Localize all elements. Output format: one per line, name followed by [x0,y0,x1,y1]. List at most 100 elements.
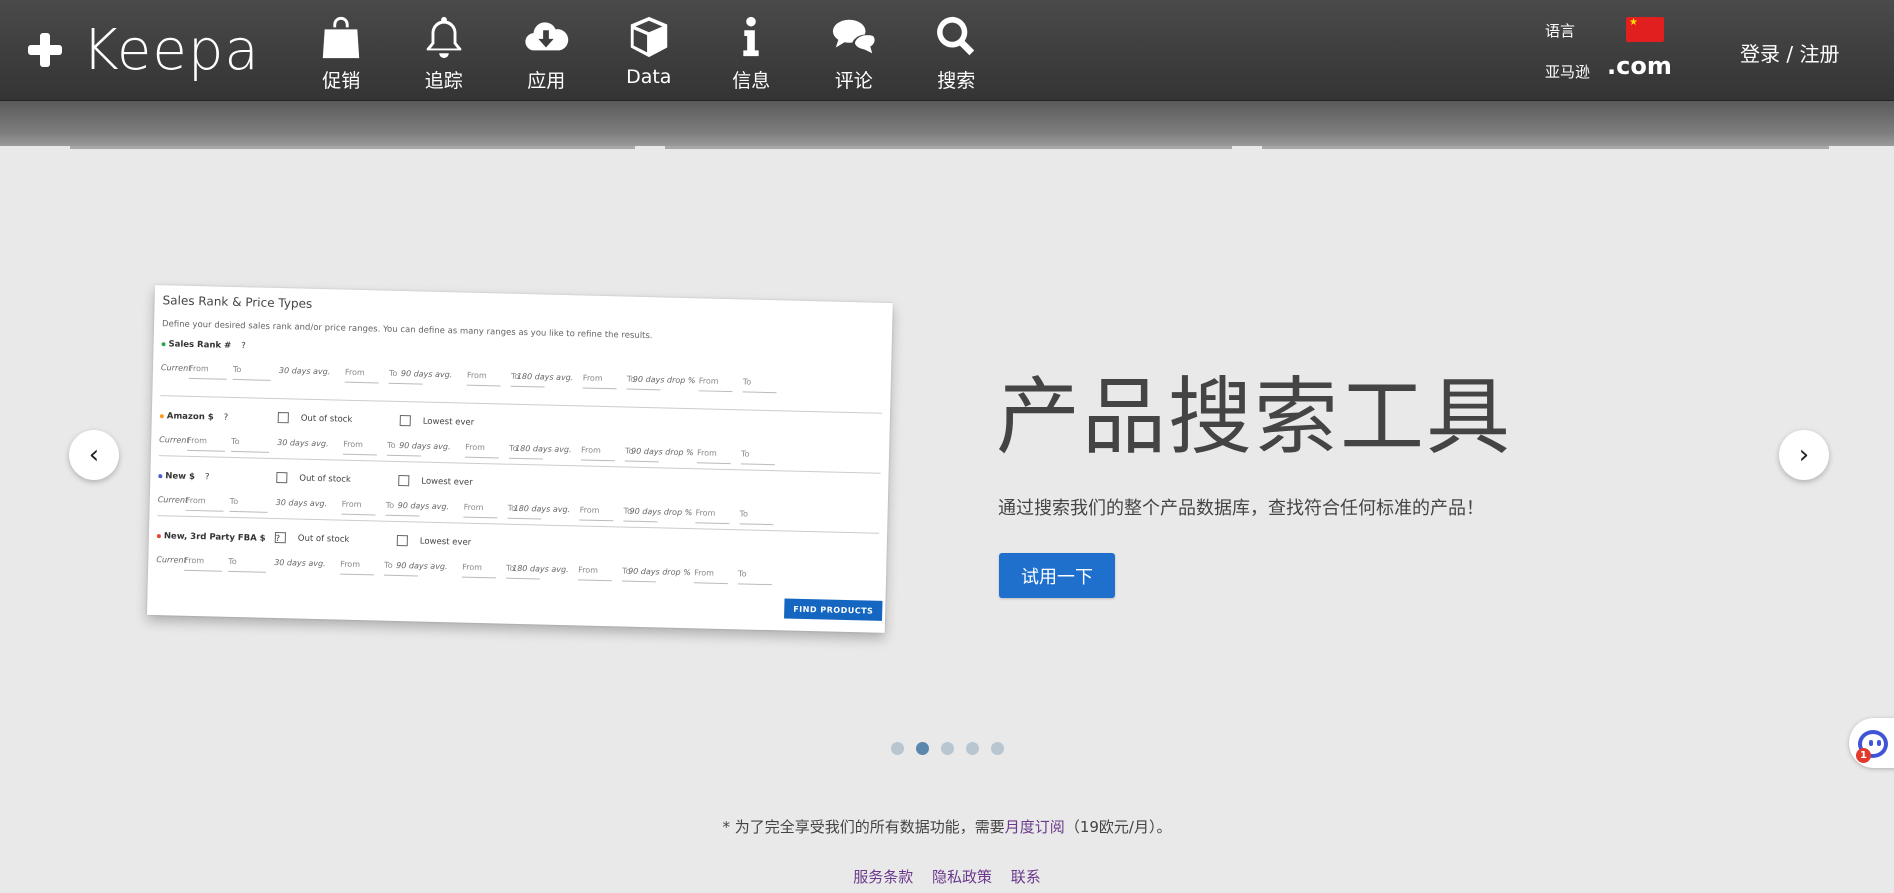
range-from-field: From [188,363,228,380]
header-shadow-band [0,101,1894,146]
carousel-prev-button[interactable]: ‹ [69,430,119,480]
carousel-next-button[interactable]: › [1779,430,1829,480]
range-label: 90 days avg. [397,500,450,512]
nav-label: 搜索 [937,70,976,92]
range-row: Current From To 30 days avg. From To 90 days a… [161,363,881,401]
amazon-domain-selector[interactable]: .com [1607,52,1672,80]
top-navigation-bar: Keepa 促销 追踪 应用 Data 信息 评论 搜索 语言 ★ 亚马逊 .c… [0,0,1894,101]
range-label: 180 days avg. [516,371,574,383]
terms-of-service-link[interactable]: 服务条款 [853,868,913,886]
carousel-dot[interactable] [941,742,954,755]
series-dot [161,341,166,346]
section-name: New, 3rd Party FBA $ [163,531,266,544]
cloud-download-icon [525,22,569,51]
range-from-field: From [463,502,498,519]
nav-deals[interactable]: 促销 [290,0,393,101]
monthly-subscription-link[interactable]: 月度订阅 [1005,818,1065,836]
range-label: 90 days drop % [629,506,693,518]
range-from-field: From [579,505,614,522]
keepa-cross-icon [26,31,64,69]
subscription-note: * 为了完全享受我们的所有数据功能，需要月度订阅（19欧元/月）。 [722,818,1172,836]
divider [1262,146,1829,149]
range-from-field: From [577,565,613,582]
footer-links: 服务条款 隐私政策 联系 [0,866,1894,887]
chevron-left-icon: ‹ [88,440,100,470]
range-to-field: To [228,556,267,573]
range-from-field: From [693,568,729,585]
range-from-field: From [695,508,730,525]
range-from-field: From [461,562,497,579]
range-label: 90 days avg. [400,369,453,380]
carousel-dot[interactable] [991,742,1004,755]
series-dot [156,533,161,538]
nav-data[interactable]: Data [598,0,701,101]
range-to-field: To [739,509,774,526]
range-label: 180 days avg. [515,443,572,455]
range-label: 30 days avg. [277,438,329,449]
privacy-policy-link[interactable]: 隐私政策 [932,868,992,886]
range-from-field: From [344,367,380,384]
box-icon [630,16,667,58]
locale-selector: 语言 ★ 亚马逊 .com [1545,14,1675,84]
amazon-label: 亚马逊 [1545,63,1591,81]
nav-label: 追踪 [424,70,463,92]
nav-label: 应用 [527,70,566,92]
range-row: Current From To 30 days avg. From To 90 days a… [159,435,879,473]
range-to-field: To [737,569,773,586]
help-marker: ? [223,412,229,423]
mockup-title: Sales Rank & Price Types [162,293,313,311]
help-marker: ? [241,341,246,352]
info-icon [743,16,759,57]
section-name: New $ [165,471,196,483]
login-register-link[interactable]: 登录 / 注册 [1740,38,1839,67]
range-from-field: From [464,442,500,459]
divider [70,146,635,149]
range-label: 90 days avg. [396,560,448,572]
chevron-right-icon: › [1798,440,1810,470]
range-to-field: To [230,436,270,453]
range-from-field: From [339,559,375,576]
range-label: 30 days avg. [275,498,328,509]
chat-widget-button[interactable]: 1 [1849,718,1894,768]
range-row: Current From To 30 days avg. From To 90 days a… [157,495,877,533]
slide-description: 通过搜索我们的整个产品数据库，查找符合任何标准的产品！ [998,498,1484,519]
mockup-description: Define your desired sales rank and/or pr… [161,319,653,342]
range-row: Current From To 30 days avg. From To 90 days a… [156,555,876,593]
nav-info[interactable]: 信息 [700,0,803,101]
range-label: 90 days avg. [399,441,451,452]
slide-title: 产品搜索工具 [996,368,1513,466]
try-it-button[interactable]: 试用一下 [999,553,1115,598]
range-label: Current [157,495,189,505]
lowest-ever-checkbox: Lowest ever [396,534,472,548]
carousel-indicators [891,742,1004,755]
carousel-dot[interactable] [891,742,904,755]
range-label: 30 days avg. [278,366,331,377]
out-of-stock-checkbox: Out of stock [274,532,350,545]
lowest-ever-checkbox: Lowest ever [398,475,473,488]
divider [665,146,1232,149]
range-to-field: To [742,377,777,394]
product-finder-screenshot: Sales Rank & Price Types Define your des… [146,285,893,633]
china-flag-icon[interactable]: ★ [1626,17,1664,42]
carousel-dot[interactable] [966,742,979,755]
range-from-field: From [580,445,616,462]
carousel-dot[interactable] [916,742,929,755]
out-of-stock-checkbox: Out of stock [277,412,353,425]
comments-icon [832,19,875,56]
nav-apps[interactable]: 应用 [495,0,598,101]
nav-search[interactable]: 搜索 [905,0,1008,101]
lowest-ever-checkbox: Lowest ever [399,415,475,428]
nav-label: 评论 [834,70,873,92]
nav-label: 促销 [322,70,361,92]
main-nav: 促销 追踪 应用 Data 信息 评论 搜索 [290,0,1008,101]
help-marker: ? [204,472,210,483]
nav-reviews[interactable]: 评论 [803,0,906,101]
range-from-field: From [342,439,378,456]
range-to-field: To [229,496,268,513]
range-from-field: From [696,448,732,465]
keepa-logo[interactable]: Keepa [26,18,260,83]
nav-tracking[interactable]: 追踪 [393,0,496,101]
contact-link[interactable]: 联系 [1011,868,1041,886]
range-from-field: From [698,376,733,393]
range-from-field: From [184,555,223,572]
